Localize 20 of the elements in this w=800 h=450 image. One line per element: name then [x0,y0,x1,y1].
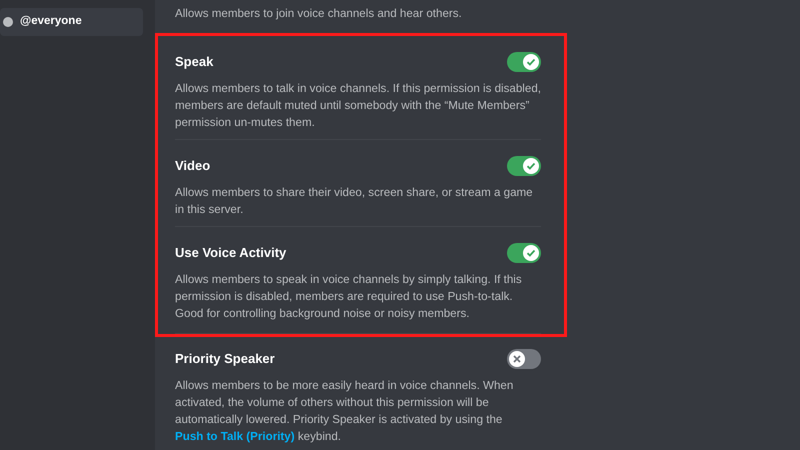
check-icon [526,248,536,258]
check-icon [526,161,536,171]
permission-title: Priority Speaker [175,350,275,368]
permission-title: Use Voice Activity [175,244,286,262]
permission-title: Speak [175,53,214,72]
toggle-switch[interactable] [507,243,541,263]
keybind-link[interactable]: Push to Talk (Priority) [175,430,295,443]
role-item[interactable]: @everyone [0,8,143,36]
toggle-switch[interactable] [507,52,541,72]
check-icon [526,57,536,67]
permission-description: Allows members to talk in voice channels. If this permission is disabled, members are default muted until somebody with the “Mute Members” permission un-mutes them. [175,81,541,131]
toggle-switch[interactable] [507,349,541,369]
permission-description: Allows members to be more easily heard in voice channels. When activated, the volume of others without this permission will be automatically lowered. Priority Speaker is activated by using the Push to Talk (Priority) keybind. [175,378,514,445]
permission-description: Allows members to speak in voice channels by simply talking. If this permission is disabled, members are required to use Push-to-talk. Good for controlling background noise or noisy members. [175,272,523,322]
close-icon [513,355,521,363]
toggle-switch[interactable] [507,156,541,176]
permission-description: Allows members to join voice channels and hear others. [175,6,463,22]
permission-title: Video [175,157,210,176]
permission-description: Allows members to share their video, screen share, or stream a game in this server. [175,185,534,218]
role-dot-icon [3,17,13,27]
